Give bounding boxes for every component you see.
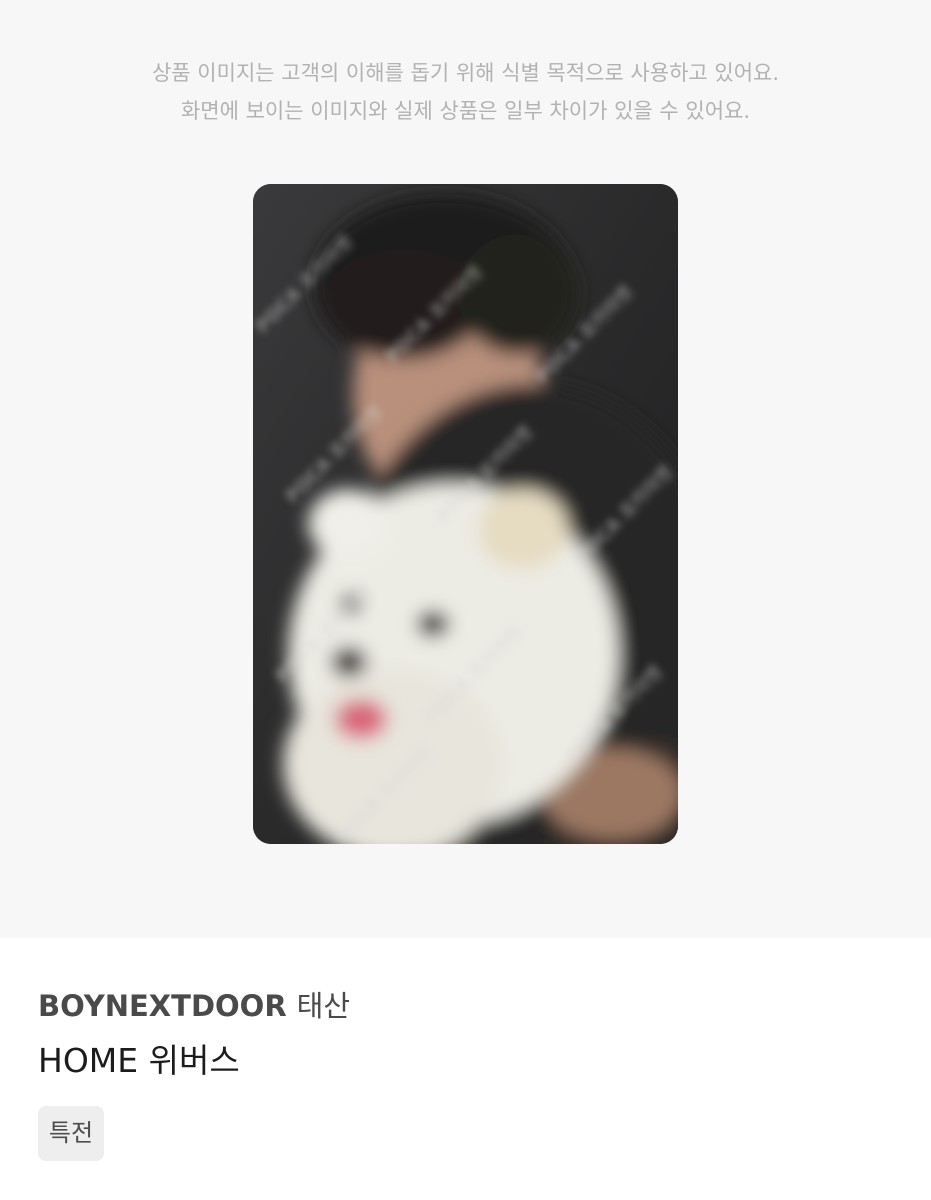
image-notice-line-2: 화면에 보이는 이미지와 실제 상품은 일부 차이가 있을 수 있어요. (180, 99, 751, 123)
product-photo-card[interactable]: POCA 포카마켓 POCA 포카마켓 POCA 포카마켓 POCA 포카마켓 … (253, 184, 678, 844)
blurred-photo: POCA 포카마켓 POCA 포카마켓 POCA 포카마켓 POCA 포카마켓 … (253, 184, 678, 844)
product-title: HOME 위버스 (38, 1041, 240, 1080)
artist-name: BOYNEXTDOOR (38, 989, 287, 1023)
member-name: 태산 (296, 989, 351, 1023)
product-artist-line: BOYNEXTDOOR 태산 (38, 986, 898, 1026)
product-image-area: 상품 이미지는 고객의 이해를 돕기 위해 식별 목적으로 사용하고 있어요. … (0, 0, 931, 938)
image-notice-line-1: 상품 이미지는 고객의 이해를 돕기 위해 식별 목적으로 사용하고 있어요. (151, 61, 780, 85)
benefit-tag[interactable]: 특전 (38, 1106, 104, 1161)
product-info: BOYNEXTDOOR 태산 HOME 위버스 (38, 986, 898, 1083)
image-notice: 상품 이미지는 고객의 이해를 돕기 위해 식별 목적으로 사용하고 있어요. … (0, 54, 931, 130)
